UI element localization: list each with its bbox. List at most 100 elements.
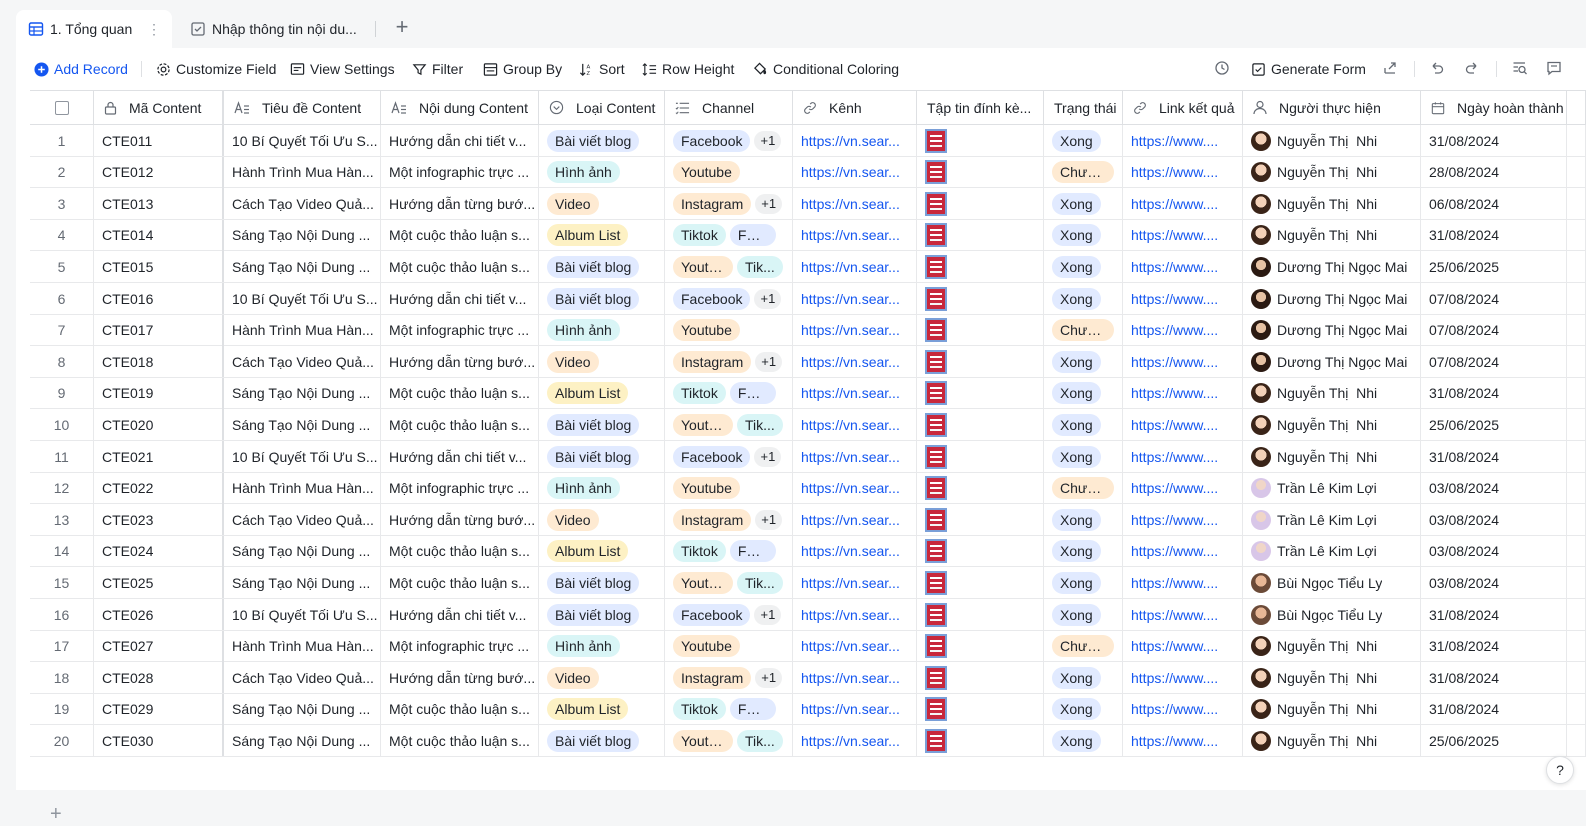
filter-button[interactable]: Filter bbox=[412, 55, 463, 83]
channel-link[interactable]: https://vn.sear... bbox=[801, 480, 900, 496]
channel-tag[interactable]: Tik... bbox=[737, 413, 783, 436]
result-link[interactable]: https://www.... bbox=[1131, 638, 1218, 654]
channel-link[interactable]: https://vn.sear... bbox=[801, 449, 900, 465]
result-link[interactable]: https://www.... bbox=[1131, 512, 1218, 528]
status-tag[interactable]: Xong bbox=[1052, 508, 1101, 531]
header-col-content[interactable]: Nội dung Content bbox=[381, 91, 539, 124]
channel-link[interactable]: https://vn.sear... bbox=[801, 543, 900, 559]
result-link[interactable]: https://www.... bbox=[1131, 701, 1218, 717]
channel-tag[interactable]: Youtube bbox=[673, 635, 740, 658]
result-link[interactable]: https://www.... bbox=[1131, 196, 1218, 212]
status-tag[interactable]: Xong bbox=[1052, 445, 1101, 468]
channel-tag[interactable]: Tik... bbox=[737, 729, 783, 752]
search-icon[interactable] bbox=[1510, 58, 1530, 78]
content-type-tag[interactable]: Bài viết blog bbox=[547, 603, 640, 626]
header-col-title[interactable]: Tiêu đề Content bbox=[224, 91, 381, 124]
status-tag[interactable]: Chưa... bbox=[1052, 477, 1114, 500]
content-type-tag[interactable]: Hình ảnh bbox=[547, 319, 620, 342]
table-row[interactable]: 9 CTE019 Sáng Tạo Nội Dung ... Một cuộc thả… bbox=[30, 377, 1586, 410]
channel-tag[interactable]: Tiktok bbox=[673, 698, 726, 721]
header-col-kenh[interactable]: Kênh bbox=[793, 91, 917, 124]
more-channels-badge[interactable]: +1 bbox=[755, 667, 783, 688]
attachment-thumbnail[interactable] bbox=[925, 223, 947, 248]
channel-link[interactable]: https://vn.sear... bbox=[801, 638, 900, 654]
undo-icon[interactable] bbox=[1427, 58, 1447, 78]
status-tag[interactable]: Xong bbox=[1052, 350, 1101, 373]
channel-link[interactable]: https://vn.sear... bbox=[801, 701, 900, 717]
attachment-thumbnail[interactable] bbox=[925, 507, 947, 532]
status-tag[interactable]: Xong bbox=[1052, 540, 1101, 563]
channel-link[interactable]: https://vn.sear... bbox=[801, 227, 900, 243]
attachment-thumbnail[interactable] bbox=[925, 602, 947, 627]
channel-tag[interactable]: Facebook bbox=[673, 287, 751, 310]
channel-tag[interactable]: Youtube bbox=[673, 571, 733, 594]
more-channels-badge[interactable]: +1 bbox=[755, 351, 783, 372]
table-row[interactable]: 6 CTE016 10 Bí Quyết Tối Ưu S... Hướng dẫn … bbox=[30, 283, 1586, 315]
attachment-thumbnail[interactable] bbox=[925, 539, 947, 564]
more-channels-badge[interactable]: +1 bbox=[754, 604, 782, 625]
status-tag[interactable]: Chưa... bbox=[1052, 161, 1114, 184]
comment-icon[interactable] bbox=[1544, 58, 1564, 78]
result-link[interactable]: https://www.... bbox=[1131, 670, 1218, 686]
table-row[interactable]: 3 CTE013 Cách Tạo Video Quả... Hướng dẫn từ… bbox=[30, 188, 1586, 220]
table-row[interactable]: 12 CTE022 Hành Trình Mua Hàn... Một infogra… bbox=[30, 472, 1586, 505]
attachment-thumbnail[interactable] bbox=[925, 634, 947, 659]
help-button[interactable]: ? bbox=[1546, 756, 1574, 784]
channel-link[interactable]: https://vn.sear... bbox=[801, 259, 900, 275]
channel-link[interactable]: https://vn.sear... bbox=[801, 291, 900, 307]
channel-link[interactable]: https://vn.sear... bbox=[801, 133, 900, 149]
status-tag[interactable]: Xong bbox=[1052, 603, 1101, 626]
attachment-thumbnail[interactable] bbox=[925, 697, 947, 722]
table-row[interactable]: 11 CTE021 10 Bí Quyết Tối Ưu S... Hướng dẫn… bbox=[30, 441, 1586, 473]
header-col-status[interactable]: Trạng thái bbox=[1044, 91, 1123, 124]
status-tag[interactable]: Xong bbox=[1052, 255, 1101, 278]
result-link[interactable]: https://www.... bbox=[1131, 164, 1218, 180]
channel-link[interactable]: https://vn.sear... bbox=[801, 512, 900, 528]
status-tag[interactable]: Chưa... bbox=[1052, 635, 1114, 658]
status-tag[interactable]: Xong bbox=[1052, 698, 1101, 721]
header-col-result[interactable]: Link kết quả bbox=[1123, 91, 1243, 124]
customize-field-button[interactable]: Customize Field bbox=[156, 55, 276, 83]
table-row[interactable]: 7 CTE017 Hành Trình Mua Hàn... Một infograp… bbox=[30, 314, 1586, 347]
channel-link[interactable]: https://vn.sear... bbox=[801, 196, 900, 212]
result-link[interactable]: https://www.... bbox=[1131, 291, 1218, 307]
channel-link[interactable]: https://vn.sear... bbox=[801, 164, 900, 180]
channel-tag[interactable]: Facebook bbox=[673, 129, 751, 152]
status-tag[interactable]: Xong bbox=[1052, 666, 1101, 689]
attachment-thumbnail[interactable] bbox=[925, 412, 947, 437]
channel-link[interactable]: https://vn.sear... bbox=[801, 322, 900, 338]
status-tag[interactable]: Xong bbox=[1052, 729, 1101, 752]
attachment-thumbnail[interactable] bbox=[925, 160, 947, 185]
channel-tag[interactable]: Facebook bbox=[673, 603, 751, 626]
attachment-thumbnail[interactable] bbox=[925, 665, 947, 690]
table-row[interactable]: 1 CTE011 10 Bí Quyết Tối Ưu S... Hướng dẫn … bbox=[30, 125, 1586, 157]
result-link[interactable]: https://www.... bbox=[1131, 354, 1218, 370]
result-link[interactable]: https://www.... bbox=[1131, 322, 1218, 338]
header-col-attachment[interactable]: Tập tin đính kè... bbox=[917, 91, 1044, 124]
channel-link[interactable]: https://vn.sear... bbox=[801, 354, 900, 370]
attachment-thumbnail[interactable] bbox=[925, 349, 947, 374]
more-channels-badge[interactable]: +1 bbox=[754, 446, 782, 467]
result-link[interactable]: https://www.... bbox=[1131, 449, 1218, 465]
select-all-checkbox[interactable] bbox=[30, 91, 94, 124]
table-row[interactable]: 10 CTE020 Sáng Tạo Nội Dung ... Một cuộc th… bbox=[30, 409, 1586, 441]
content-type-tag[interactable]: Album List bbox=[547, 224, 629, 247]
group-by-button[interactable]: Group By bbox=[483, 55, 562, 83]
content-type-tag[interactable]: Bài viết blog bbox=[547, 129, 640, 152]
more-channels-badge[interactable]: +1 bbox=[755, 193, 783, 214]
status-tag[interactable]: Xong bbox=[1052, 382, 1101, 405]
more-channels-badge[interactable]: +1 bbox=[754, 130, 782, 151]
generate-form-button[interactable]: Generate Form bbox=[1251, 55, 1366, 83]
table-row[interactable]: 17 CTE027 Hành Trình Mua Hàn... Một infogra… bbox=[30, 630, 1586, 663]
channel-tag[interactable]: Youtube bbox=[673, 729, 733, 752]
channel-tag[interactable]: Youtube bbox=[673, 413, 733, 436]
table-row[interactable]: 5 CTE015 Sáng Tạo Nội Dung ... Một cuộc thả… bbox=[30, 251, 1586, 283]
result-link[interactable]: https://www.... bbox=[1131, 259, 1218, 275]
channel-link[interactable]: https://vn.sear... bbox=[801, 575, 900, 591]
channel-tag[interactable]: Instagram bbox=[673, 666, 752, 689]
channel-tag[interactable]: Youtube bbox=[673, 161, 740, 184]
add-view-button[interactable]: + bbox=[392, 16, 412, 38]
result-link[interactable]: https://www.... bbox=[1131, 733, 1218, 749]
tab-overview[interactable]: 1. Tổng quan ⋮ bbox=[16, 10, 172, 48]
channel-link[interactable]: https://vn.sear... bbox=[801, 607, 900, 623]
